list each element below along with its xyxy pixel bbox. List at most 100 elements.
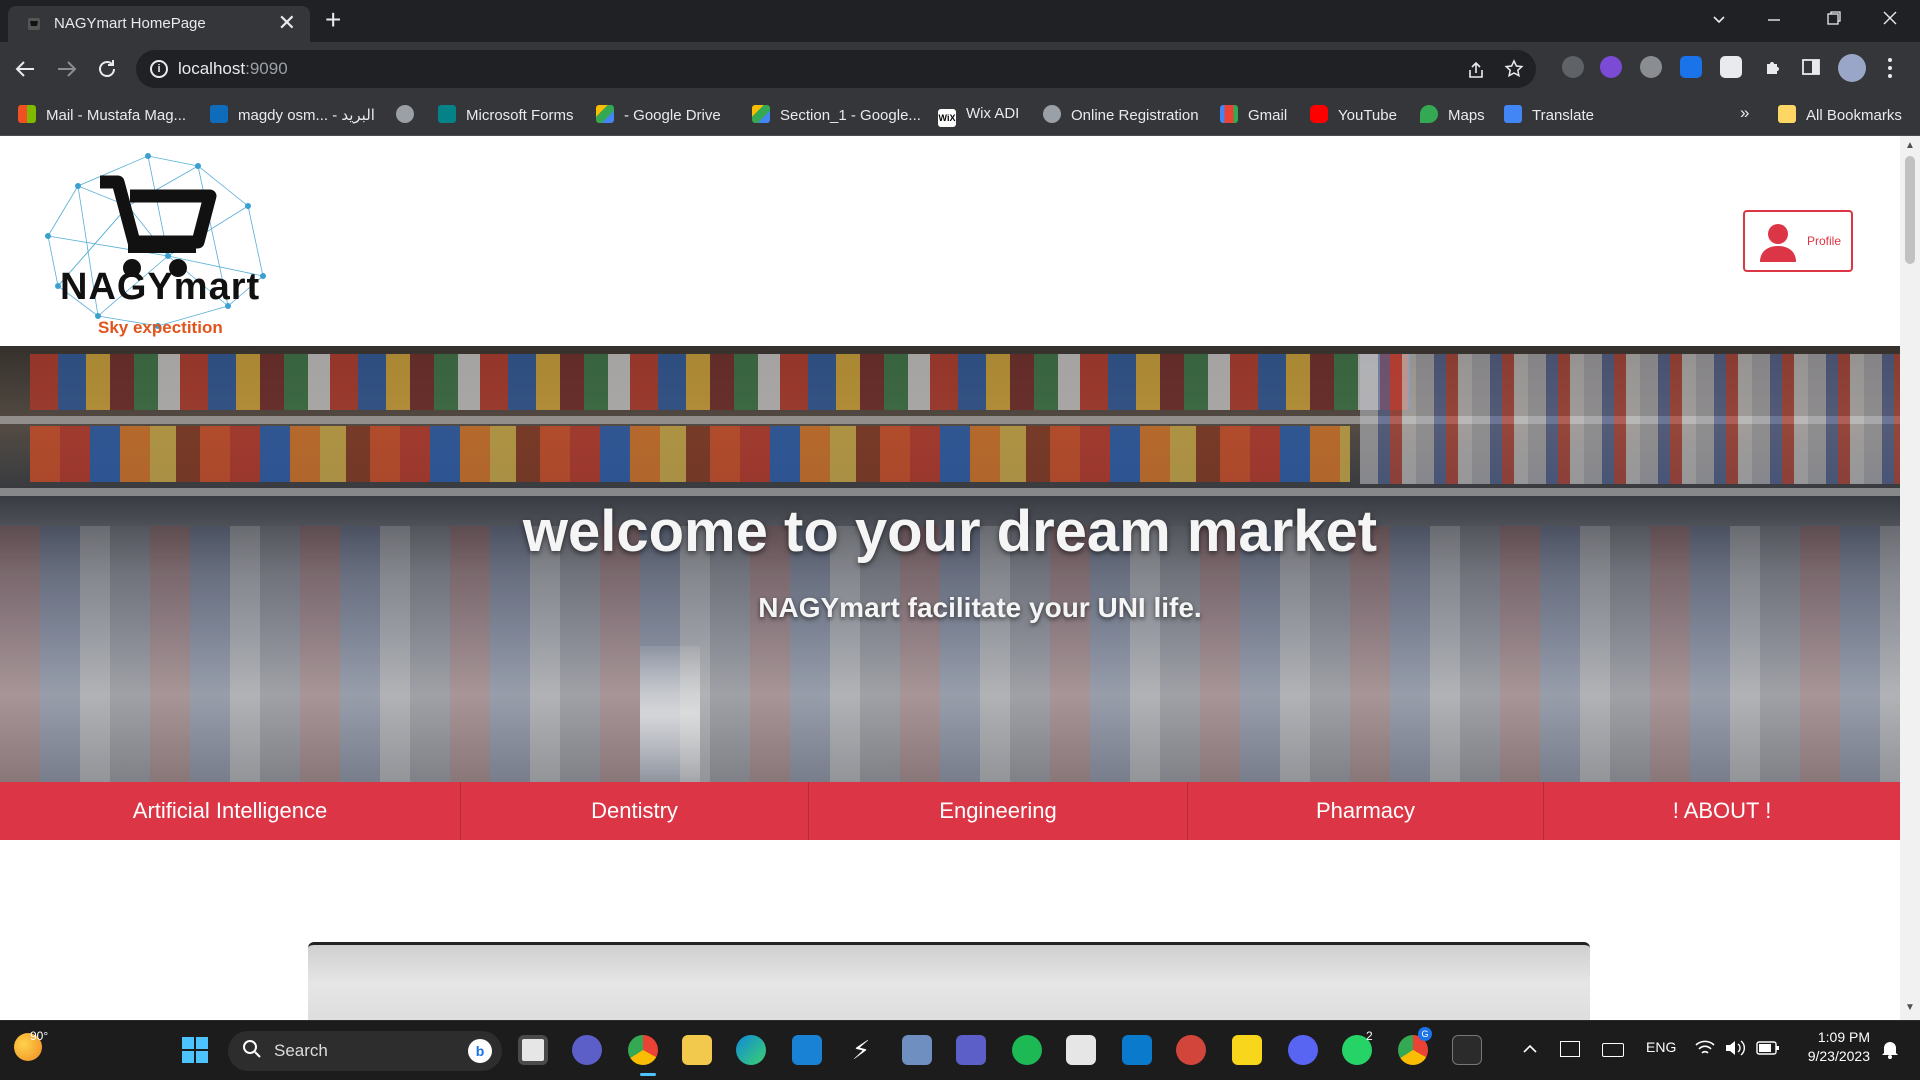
scroll-up-arrow-icon[interactable]: ▲ <box>1905 140 1915 151</box>
scrollbar-thumb[interactable] <box>1905 156 1915 264</box>
sticky-notes-icon[interactable] <box>1232 1035 1262 1065</box>
forward-arrow-icon[interactable] <box>56 58 78 80</box>
nav-item-artificial-intelligence[interactable]: Artificial Intelligence <box>0 782 461 840</box>
extension-cloud-icon[interactable] <box>1562 56 1584 78</box>
site-info-icon[interactable]: i <box>150 60 168 78</box>
extensions-puzzle-icon[interactable] <box>1762 56 1784 78</box>
profile-avatar[interactable] <box>1838 54 1866 82</box>
browser-toolbar: i localhost:9090 <box>0 42 1920 96</box>
new-tab-button[interactable]: + <box>325 4 341 36</box>
vscode-icon[interactable] <box>1122 1035 1152 1065</box>
snipping-tool-icon[interactable] <box>1066 1035 1096 1065</box>
nav-item-pharmacy[interactable]: Pharmacy <box>1188 782 1544 840</box>
battery-icon[interactable] <box>1756 1041 1780 1055</box>
extension-at-icon[interactable] <box>1600 56 1622 78</box>
spotify-icon[interactable] <box>1012 1035 1042 1065</box>
terminal-icon[interactable] <box>1452 1035 1482 1065</box>
taskbar-search-box[interactable]: Search b <box>228 1031 502 1071</box>
task-view-icon[interactable] <box>518 1035 548 1065</box>
bookmark-wix-adi[interactable]: WiX Wix ADI <box>938 105 1019 127</box>
site-favicon-icon <box>28 18 40 30</box>
nav-item-about[interactable]: ! ABOUT ! <box>1544 782 1900 840</box>
edge-icon[interactable] <box>736 1035 766 1065</box>
tray-chevron-up-icon[interactable] <box>1522 1043 1538 1055</box>
tab-close-icon[interactable]: ✕ <box>278 10 296 36</box>
bookmarks-bar: Mail - Mustafa Mag... magdy osm... - الب… <box>0 96 1920 136</box>
restore-icon[interactable] <box>1826 10 1842 26</box>
nav-item-engineering[interactable]: Engineering <box>809 782 1188 840</box>
translate-icon <box>1504 105 1522 123</box>
bookmark-section-1[interactable]: Section_1 - Google... <box>752 105 921 124</box>
folder-icon <box>1778 105 1796 123</box>
clock-date: 9/23/2023 <box>1807 1048 1870 1064</box>
tab-search-chevron-icon[interactable] <box>1712 12 1726 26</box>
google-drive-icon <box>752 105 770 123</box>
windows-start-icon[interactable] <box>180 1035 210 1065</box>
notification-bell-icon[interactable] <box>1880 1039 1900 1059</box>
browser-menu-icon[interactable] <box>1886 56 1894 80</box>
category-navbar: Artificial Intelligence Dentistry Engine… <box>0 782 1900 840</box>
featured-image-card <box>308 942 1590 1020</box>
bookmark-maps[interactable]: Maps <box>1420 105 1485 124</box>
volume-icon[interactable] <box>1724 1039 1746 1057</box>
bookmark-outlook-mail[interactable]: Mail - Mustafa Mag... <box>18 105 186 124</box>
globe-icon <box>396 105 414 123</box>
bookmark-microsoft-forms[interactable]: Microsoft Forms <box>438 105 574 124</box>
search-icon <box>243 1040 261 1058</box>
side-panel-icon[interactable] <box>1800 56 1822 78</box>
chrome-profile-badge: G <box>1418 1027 1432 1041</box>
file-explorer-icon[interactable] <box>682 1035 712 1065</box>
teams-icon[interactable] <box>956 1035 986 1065</box>
google-drive-icon <box>596 105 614 123</box>
taskbar-clock[interactable]: 1:09 PM 9/23/2023 <box>1790 1029 1870 1064</box>
active-tab[interactable]: NAGYmart HomePage ✕ <box>8 6 310 42</box>
maps-pin-icon <box>1420 105 1438 123</box>
bookmark-translate[interactable]: Translate <box>1504 105 1594 124</box>
reload-icon[interactable] <box>96 58 118 80</box>
search-placeholder: Search <box>274 1041 328 1060</box>
share-icon[interactable] <box>1466 60 1486 80</box>
all-bookmarks-folder[interactable]: All Bookmarks <box>1778 105 1902 124</box>
mail-icon[interactable] <box>792 1035 822 1065</box>
bookmark-online-registration[interactable]: Online Registration <box>1043 105 1199 124</box>
profile-label: Profile <box>1807 234 1842 248</box>
nav-item-dentistry[interactable]: Dentistry <box>461 782 809 840</box>
page-viewport: NAGYmart Sky expectition Profile welcome… <box>0 136 1900 1020</box>
forms-icon <box>438 105 456 123</box>
extension-translate-icon[interactable] <box>1720 56 1742 78</box>
bookmark-google-drive[interactable]: - Google Drive <box>596 105 721 124</box>
bookmark-outlook-mail-2[interactable]: magdy osm... - البريد <box>210 105 375 124</box>
window-close-icon[interactable] <box>1882 10 1898 26</box>
windows-logo-icon <box>18 105 36 123</box>
chrome-icon[interactable] <box>628 1035 658 1065</box>
keyboard-icon[interactable] <box>1602 1043 1624 1057</box>
pen-workspace-icon[interactable] <box>1560 1041 1580 1057</box>
app-red-icon[interactable] <box>1176 1035 1206 1065</box>
nagymart-logo-network-cart-icon[interactable] <box>38 146 274 342</box>
address-bar[interactable]: i localhost:9090 <box>136 50 1536 88</box>
bookmark-star-icon[interactable] <box>1504 59 1524 79</box>
teams-chat-icon[interactable] <box>572 1035 602 1065</box>
app-lightning-icon[interactable]: ⚡ <box>846 1035 876 1065</box>
minimize-icon[interactable] <box>1766 14 1782 26</box>
discord-icon[interactable] <box>1288 1035 1318 1065</box>
wifi-icon[interactable] <box>1694 1039 1716 1057</box>
page-scrollbar[interactable]: ▲ ▼ <box>1900 136 1920 1020</box>
bookmark-youtube[interactable]: YouTube <box>1310 105 1397 124</box>
back-arrow-icon[interactable] <box>14 58 36 80</box>
scroll-down-arrow-icon[interactable]: ▼ <box>1905 1002 1915 1013</box>
outlook-icon <box>210 105 228 123</box>
language-indicator[interactable]: ENG <box>1646 1039 1676 1055</box>
bookmark-gmail[interactable]: Gmail <box>1220 105 1287 124</box>
profile-button[interactable]: Profile <box>1743 210 1853 272</box>
hero-title: welcome to your dream market <box>522 499 1378 564</box>
extension-blue-icon[interactable] <box>1680 56 1702 78</box>
bookmark-globe[interactable] <box>396 105 424 124</box>
extension-globe-icon[interactable] <box>1640 56 1662 78</box>
gmail-icon <box>1220 105 1238 123</box>
more-bookmarks-chevron[interactable]: » <box>1740 103 1749 123</box>
weather-widget[interactable]: 90° <box>14 1029 48 1061</box>
wix-icon: WiX <box>938 109 956 127</box>
bing-icon: b <box>468 1039 492 1063</box>
photos-icon[interactable] <box>902 1035 932 1065</box>
